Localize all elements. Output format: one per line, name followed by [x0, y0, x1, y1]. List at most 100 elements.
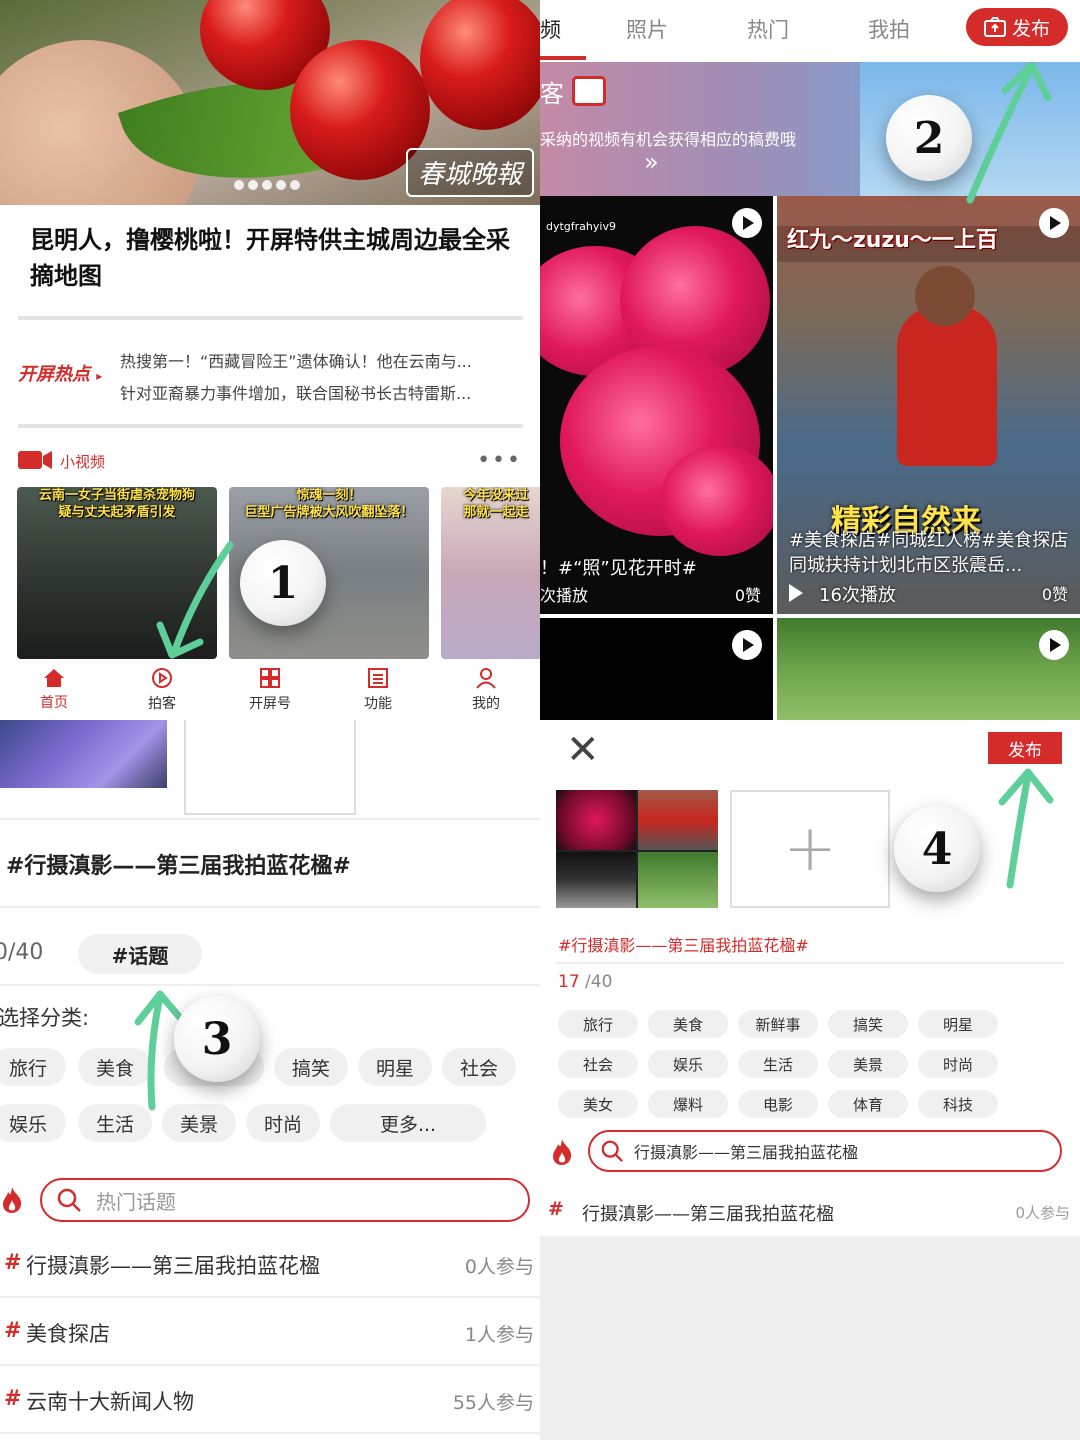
category-chip[interactable]: 美景	[828, 1050, 908, 1078]
post-title-input[interactable]: #行摄滇影——第三届我拍蓝花楹#	[558, 932, 809, 956]
video-card[interactable]	[540, 618, 773, 720]
tab-me[interactable]: 我的	[432, 660, 540, 720]
topic-row[interactable]: # 云南十大新闻人物 55人参与	[0, 1366, 540, 1434]
like-count: 0赞	[734, 586, 761, 605]
topic-name: 行摄滇影——第三届我拍蓝花楹	[582, 1204, 834, 1225]
close-icon[interactable]: ✕	[566, 730, 600, 770]
username: dytgfrahyiv9	[546, 220, 616, 233]
arrow-down-icon	[156, 541, 234, 659]
video-card[interactable]	[777, 618, 1080, 720]
flower-image	[660, 446, 773, 556]
tab-home[interactable]: 首页	[0, 660, 108, 720]
category-chip[interactable]: 体育	[828, 1090, 908, 1118]
hero-banner-image[interactable]: 春城晚報	[0, 0, 540, 205]
char-count: 0/40	[0, 940, 44, 965]
category-label: 选择分类:	[0, 1006, 90, 1030]
category-chip[interactable]: 旅行	[0, 1048, 66, 1086]
topic-search-input[interactable]: 行摄滇影——第三届我拍蓝花楹	[588, 1130, 1062, 1172]
selected-media-thumbnail[interactable]	[556, 790, 718, 908]
like-count: 0赞	[1041, 585, 1068, 604]
topic-row[interactable]: # 美食探店 1人参与	[0, 1298, 540, 1366]
carousel-dots[interactable]	[234, 180, 300, 190]
topic-search-input[interactable]: 热门话题	[40, 1178, 530, 1222]
category-chip[interactable]: 明星	[358, 1048, 432, 1086]
topic-name: 云南十大新闻人物	[26, 1390, 194, 1414]
topic-row[interactable]: # 行摄滇影——第三届我拍蓝花楹 0人参与	[0, 1230, 540, 1298]
category-chip[interactable]: 旅行	[558, 1010, 638, 1038]
step-marker: 4	[894, 806, 980, 892]
topic-result-row[interactable]: # 行摄滇影——第三届我拍蓝花楹 0人参与	[540, 1186, 1080, 1236]
cherry-image	[420, 0, 540, 130]
video-caption: ！#“照”见花开时#	[540, 558, 697, 579]
search-placeholder: 热门话题	[96, 1189, 176, 1214]
video-card[interactable]: dytgfrahyiv9 ！#“照”见花开时# 次播放 0赞	[540, 196, 773, 614]
topic-button[interactable]: #话题	[78, 934, 202, 974]
selected-media-thumbnail[interactable]	[0, 720, 167, 788]
category-chip[interactable]: 娱乐	[0, 1104, 66, 1142]
hash-icon: #	[548, 1198, 564, 1220]
add-media-box[interactable]	[184, 720, 356, 815]
play-icon[interactable]	[1039, 208, 1069, 238]
category-chip[interactable]: 娱乐	[648, 1050, 728, 1078]
video-card[interactable]: 红九～zuzu～一上百 精彩自然来 #美食探店#同城红人榜#美食探店同城扶持计划…	[777, 196, 1080, 614]
more-categories-chip[interactable]: 更多...	[330, 1104, 486, 1142]
category-chip[interactable]: 生活	[738, 1050, 818, 1078]
headline[interactable]: 昆明人，撸樱桃啦！开屏特供主城周边最全采摘地图	[30, 222, 520, 294]
play-count: 16次播放	[819, 585, 896, 606]
video-thumbnail[interactable]: 今年没来过 那就一起走	[441, 487, 540, 659]
nav-item-photos[interactable]: 照片	[626, 14, 668, 44]
grid-icon	[260, 668, 280, 688]
divider	[18, 424, 523, 428]
hot-item[interactable]: 热搜第一！“西藏冒险王”遗体确认！他在云南与...	[120, 348, 472, 372]
category-chip[interactable]: 搞笑	[828, 1010, 908, 1038]
video-top-title: 红九～zuzu～一上百	[787, 228, 998, 253]
publish-button[interactable]: 发布	[966, 8, 1068, 46]
nav-underline	[540, 56, 586, 60]
bottom-tab-bar: 首页 拍客 开屏号 功能 我的	[0, 660, 540, 720]
home-feed-panel: 春城晚報 昆明人，撸樱桃啦！开屏特供主城周边最全采摘地图 开屏热点 ▸ 热搜第一…	[0, 0, 540, 720]
category-chip[interactable]: 爆料	[648, 1090, 728, 1118]
search-icon	[57, 1188, 81, 1212]
thumbnail-caption: 今年没来过 那就一起走	[463, 488, 529, 520]
nav-item-mine[interactable]: 我拍	[868, 14, 910, 44]
step-marker: 3	[174, 996, 260, 1082]
topic-count: 1人参与	[464, 1324, 534, 1346]
video-section-label: 小视频	[60, 453, 106, 471]
arrow-up-icon	[998, 768, 1054, 889]
category-chip[interactable]: 电影	[738, 1090, 818, 1118]
category-chip[interactable]: 时尚	[918, 1050, 998, 1078]
more-icon[interactable]: •••	[477, 448, 522, 473]
add-media-button[interactable]: +	[730, 790, 890, 908]
hash-icon: #	[4, 1250, 22, 1274]
post-submit-panel: ✕ 发布 + #行摄滇影——第三届我拍蓝花楹# 17 /40 旅行 美食 新鲜事…	[540, 720, 1080, 1440]
play-count: 次播放	[540, 586, 589, 605]
hash-icon: #	[4, 1318, 22, 1342]
category-chip[interactable]: 时尚	[246, 1104, 320, 1142]
play-icon[interactable]	[732, 630, 762, 660]
category-chip[interactable]: 新鲜事	[738, 1010, 818, 1038]
tab-features[interactable]: 功能	[324, 660, 432, 720]
nav-item[interactable]: 频	[540, 14, 561, 44]
char-count: 17 /40	[558, 972, 613, 992]
person-image	[897, 306, 997, 466]
category-chip[interactable]: 社会	[442, 1048, 516, 1086]
person-head-image	[915, 266, 975, 326]
tv-icon	[572, 76, 606, 106]
category-chip[interactable]: 美女	[558, 1090, 638, 1118]
category-chip[interactable]: 美食	[648, 1010, 728, 1038]
step-marker: 1	[240, 540, 326, 626]
home-icon	[44, 669, 64, 687]
category-chip[interactable]: 搞笑	[274, 1048, 348, 1086]
category-chip[interactable]: 社会	[558, 1050, 638, 1078]
hot-item[interactable]: 针对亚裔暴力事件增加，联合国秘书长古特雷斯...	[120, 380, 471, 404]
play-icon[interactable]	[732, 208, 762, 238]
category-chip[interactable]: 科技	[918, 1090, 998, 1118]
play-icon[interactable]	[1039, 630, 1069, 660]
camera-icon	[983, 17, 1006, 37]
search-icon	[601, 1140, 623, 1162]
post-title-input[interactable]: #行摄滇影——第三届我拍蓝花楹#	[6, 848, 351, 880]
chevron-right-icon: »	[644, 148, 659, 176]
nav-item-hot[interactable]: 热门	[747, 14, 789, 44]
flame-icon	[553, 1139, 572, 1165]
category-chip[interactable]: 明星	[918, 1010, 998, 1038]
